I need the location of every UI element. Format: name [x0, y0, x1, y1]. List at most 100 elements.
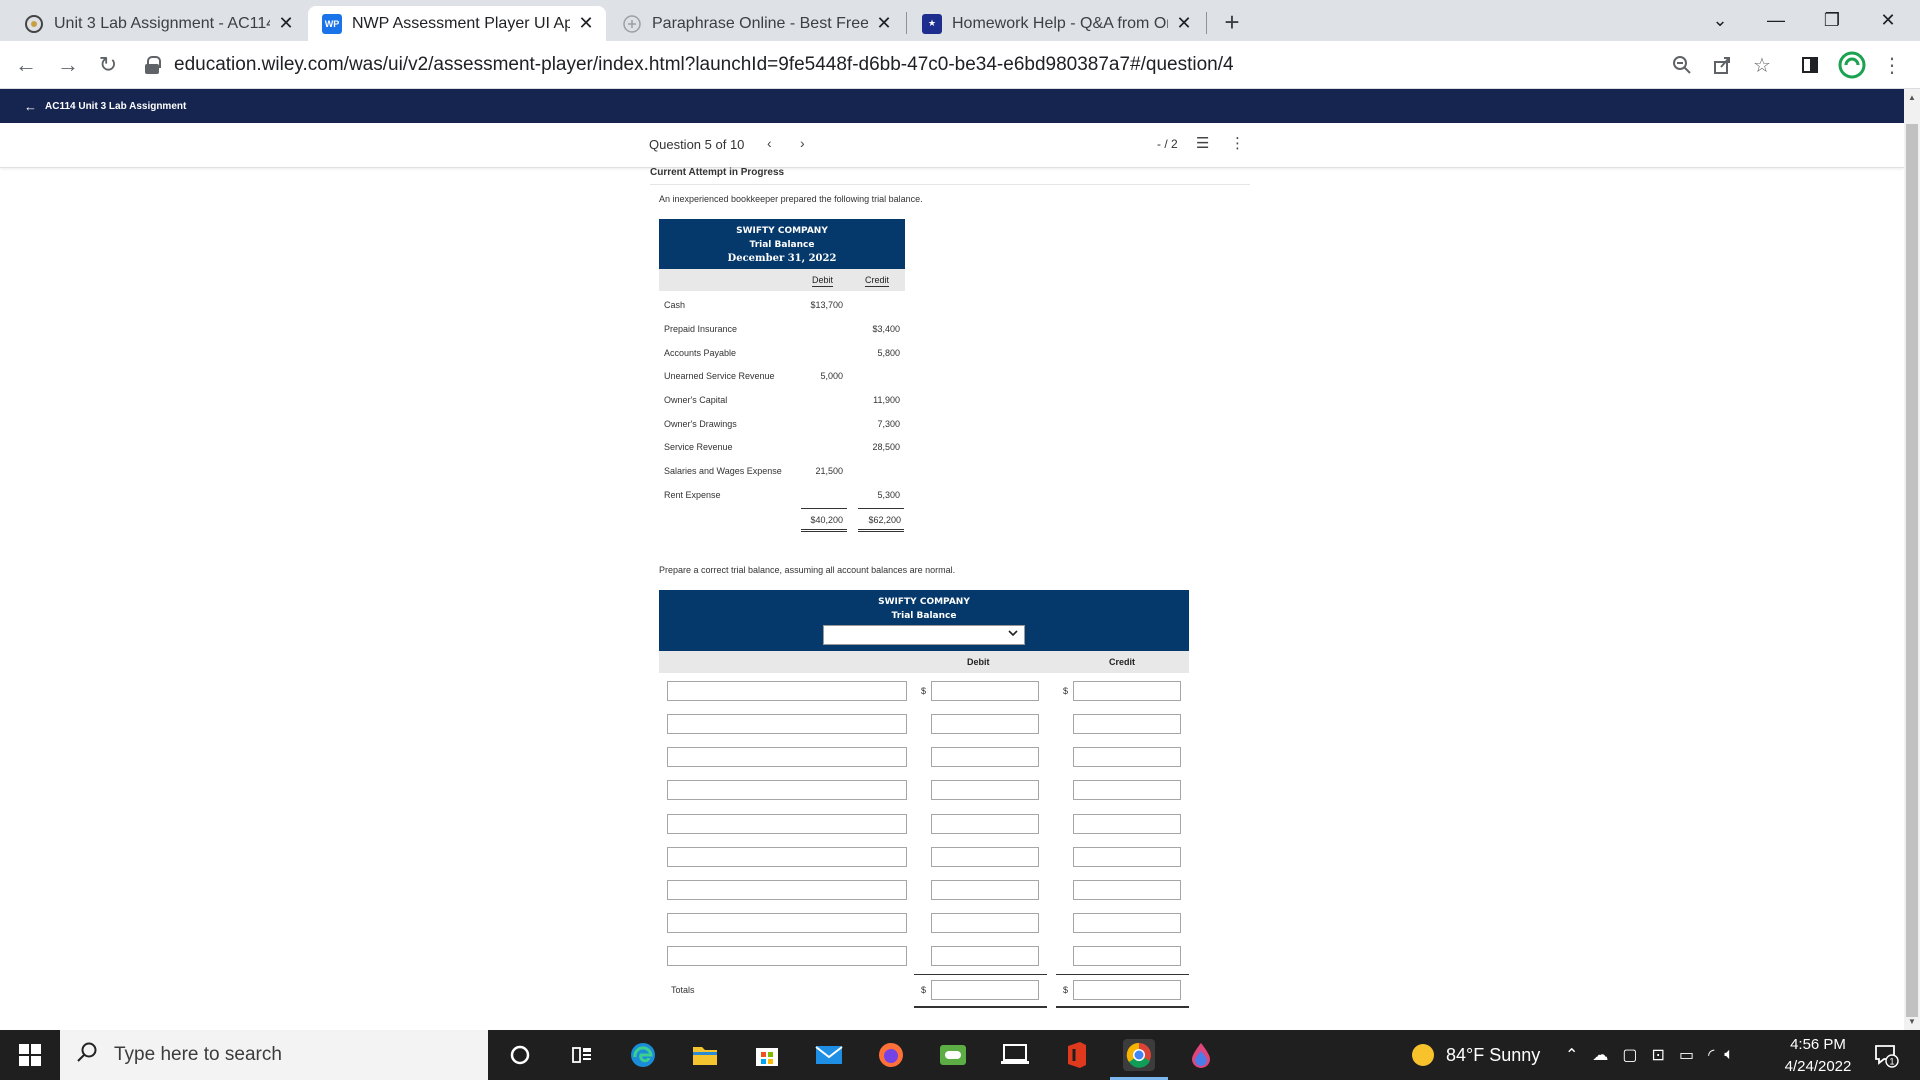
- credit-input[interactable]: [1073, 814, 1181, 834]
- scroll-down-icon[interactable]: ▼: [1908, 1017, 1916, 1026]
- browser-tab[interactable]: Paraphrase Online - Best Free Par ✕: [608, 6, 904, 41]
- debit-input[interactable]: [931, 913, 1039, 933]
- debit-input[interactable]: [931, 814, 1039, 834]
- debit-input[interactable]: [931, 714, 1039, 734]
- credit-total-input[interactable]: [1073, 980, 1181, 1000]
- side-panel-icon[interactable]: [1794, 49, 1826, 81]
- browser-toolbar: ← → ↻ education.wiley.com/was/ui/v2/asse…: [0, 41, 1920, 89]
- tab-close-icon[interactable]: ✕: [576, 13, 596, 34]
- tab-search-chevron-icon[interactable]: ⌄: [1692, 0, 1748, 41]
- cortana-icon[interactable]: [504, 1039, 536, 1071]
- credit-input[interactable]: [1073, 913, 1181, 933]
- profile-avatar-icon[interactable]: [1836, 49, 1868, 81]
- restore-icon[interactable]: ❐: [1804, 0, 1860, 41]
- mail-icon[interactable]: [813, 1039, 845, 1071]
- debit-input[interactable]: [931, 880, 1039, 900]
- credit-input[interactable]: [1073, 681, 1181, 701]
- debit-input[interactable]: [931, 946, 1039, 966]
- close-window-icon[interactable]: ✕: [1860, 0, 1916, 41]
- tab-separator: [906, 12, 907, 34]
- new-tab-button[interactable]: +: [1218, 7, 1246, 37]
- browser-tab[interactable]: ★ Homework Help - Q&A from Onl ✕: [908, 6, 1204, 41]
- debit-input[interactable]: [931, 780, 1039, 800]
- zoom-out-icon[interactable]: [1666, 49, 1698, 81]
- star-favicon-icon: ★: [922, 13, 942, 34]
- date-dropdown[interactable]: [823, 625, 1025, 645]
- account-input[interactable]: [667, 681, 907, 701]
- debit-total-input[interactable]: [931, 980, 1039, 1000]
- browser-tab[interactable]: Unit 3 Lab Assignment - AC114 A ✕: [10, 6, 306, 41]
- tab-close-icon[interactable]: ✕: [1174, 13, 1194, 34]
- weather-widget[interactable]: 84°F Sunny: [1412, 1030, 1540, 1080]
- question-intro: An inexperienced bookkeeper prepared the…: [659, 194, 923, 204]
- monitor-icon[interactable]: ⊡: [1652, 1045, 1665, 1065]
- credit-input[interactable]: [1073, 780, 1181, 800]
- address-bar[interactable]: education.wiley.com/was/ui/v2/assessment…: [144, 47, 1234, 83]
- question-list-icon[interactable]: ☰: [1196, 134, 1209, 152]
- question-prompt: Prepare a correct trial balance, assumin…: [659, 565, 956, 575]
- credit-input[interactable]: [1073, 714, 1181, 734]
- credit-input[interactable]: [1073, 946, 1181, 966]
- battery-icon[interactable]: ▭: [1679, 1045, 1694, 1065]
- credit-input[interactable]: [1073, 847, 1181, 867]
- paint-drop-icon[interactable]: [1185, 1039, 1217, 1071]
- taskbar-clock[interactable]: 4:56 PM 4/24/2022: [1768, 1034, 1868, 1078]
- scrollbar-thumb[interactable]: [1906, 124, 1918, 1017]
- game-controller-icon[interactable]: [937, 1039, 969, 1071]
- divider: [650, 184, 1250, 185]
- account-input[interactable]: [667, 714, 907, 734]
- credit-total-rule: [1056, 974, 1189, 975]
- account-input[interactable]: [667, 780, 907, 800]
- debit-input[interactable]: [931, 747, 1039, 767]
- page-scrollbar[interactable]: ▲ ▼: [1904, 89, 1920, 1030]
- browser-tab-active[interactable]: WP NWP Assessment Player UI Appli ✕: [308, 6, 606, 41]
- assignment-title[interactable]: AC114 Unit 3 Lab Assignment: [45, 101, 186, 112]
- edge-icon[interactable]: [627, 1039, 659, 1071]
- task-view-icon[interactable]: [566, 1039, 598, 1071]
- scroll-up-icon[interactable]: ▲: [1908, 93, 1916, 102]
- firefox-icon[interactable]: [875, 1039, 907, 1071]
- taskbar-search-input[interactable]: Type here to search: [60, 1030, 488, 1080]
- cloud-sync-icon[interactable]: ☁: [1592, 1045, 1608, 1065]
- notification-center-icon[interactable]: 1: [1868, 1038, 1904, 1072]
- currency-symbol: $: [921, 985, 927, 995]
- volume-icon[interactable]: 🔈︎: [1724, 1046, 1734, 1064]
- minimize-icon[interactable]: —: [1748, 0, 1804, 41]
- account-input[interactable]: [667, 814, 907, 834]
- reload-icon[interactable]: ↻: [92, 49, 124, 81]
- attempt-status: Current Attempt in Progress: [650, 167, 785, 178]
- windows-start-icon[interactable]: [0, 1030, 60, 1080]
- credit-value: 11,900: [873, 395, 900, 405]
- next-question-icon[interactable]: ›: [800, 135, 805, 151]
- show-hidden-icons-chevron-icon[interactable]: ⌃: [1565, 1045, 1578, 1065]
- back-to-assignment-icon[interactable]: ←: [24, 99, 37, 114]
- more-options-icon[interactable]: ⋮: [1230, 134, 1245, 152]
- paraphrase-favicon-icon: [622, 14, 642, 34]
- account-input[interactable]: [667, 946, 907, 966]
- tab-close-icon[interactable]: ✕: [276, 13, 296, 34]
- back-arrow-icon[interactable]: ←: [10, 49, 42, 81]
- previous-question-icon[interactable]: ‹: [767, 135, 772, 151]
- forward-arrow-icon[interactable]: →: [52, 49, 84, 81]
- credit-input[interactable]: [1073, 747, 1181, 767]
- account-input[interactable]: [667, 913, 907, 933]
- account-name: Owner's Capital: [664, 395, 728, 405]
- laptop-app-icon[interactable]: [999, 1039, 1031, 1071]
- credit-value: 5,800: [877, 348, 900, 358]
- account-input[interactable]: [667, 880, 907, 900]
- debit-input[interactable]: [931, 681, 1039, 701]
- share-icon[interactable]: [1706, 49, 1738, 81]
- browser-menu-icon[interactable]: ⋮: [1876, 49, 1908, 81]
- office-icon[interactable]: [1061, 1039, 1093, 1071]
- chrome-icon[interactable]: [1123, 1039, 1155, 1071]
- account-input[interactable]: [667, 747, 907, 767]
- account-input[interactable]: [667, 847, 907, 867]
- meet-now-icon[interactable]: ▢: [1622, 1045, 1637, 1065]
- bookmark-star-icon[interactable]: ☆: [1746, 49, 1778, 81]
- wifi-icon[interactable]: ◜: [1708, 1045, 1714, 1065]
- file-explorer-icon[interactable]: [689, 1039, 721, 1071]
- microsoft-store-icon[interactable]: [751, 1039, 783, 1071]
- debit-input[interactable]: [931, 847, 1039, 867]
- tab-close-icon[interactable]: ✕: [874, 13, 894, 34]
- credit-input[interactable]: [1073, 880, 1181, 900]
